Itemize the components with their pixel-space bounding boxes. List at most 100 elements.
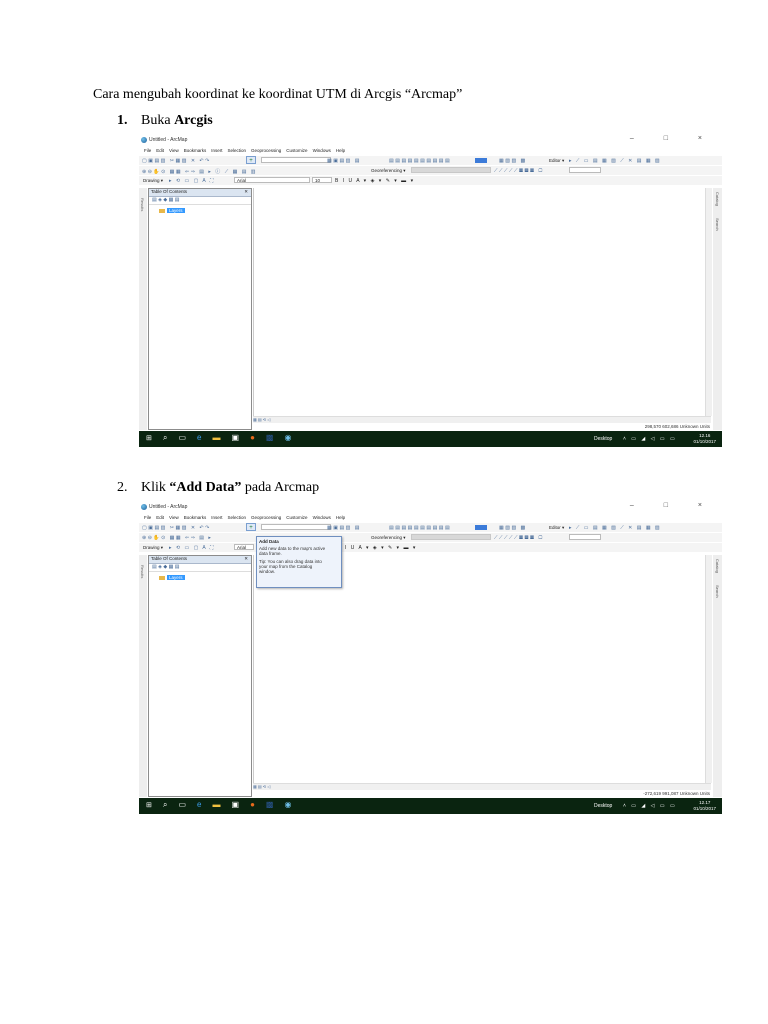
georef-layer-field[interactable] [411, 167, 491, 173]
toolbar-icons-c[interactable]: ▤▤▤▤▤▤▤▤▤▤ [389, 158, 451, 164]
georef-layer-field[interactable] [411, 534, 491, 540]
toolbar-icons-b[interactable]: ▦▣▤▥ ▤ [327, 525, 361, 531]
task-view-icon[interactable]: ▭ [178, 433, 197, 442]
menu-windows[interactable]: Windows [313, 515, 331, 520]
menu-selection[interactable]: Selection [228, 515, 247, 520]
toc-tool-icons[interactable]: ▤ ◈ ◆ ▦ ▤ [149, 564, 251, 572]
file-explorer-icon[interactable]: ▬ [213, 433, 232, 442]
toolbar-icons-d[interactable]: ▦▧▨ ▩ [499, 525, 527, 531]
desktop-label[interactable]: Desktop [594, 436, 612, 442]
editor-tool-icons[interactable]: ▸ ⟋ ▭ ▤ ▦ ▧ ⟋ ✕ ▤ ▦ ▧ [569, 158, 661, 164]
drawing-menu[interactable]: Drawing ▾ [143, 178, 163, 184]
window-controls[interactable]: – □ × [630, 502, 716, 509]
navigation-tool-icons[interactable]: ⊕⊖✋⊙ ▦▦ ⇐⇒ ▤ ▸ ⓘ ⟋ ▦ ▤ ▥ [142, 168, 257, 175]
color-swatch[interactable] [475, 525, 487, 530]
word-icon[interactable]: ▩ [266, 800, 285, 809]
map-view[interactable] [253, 555, 712, 783]
task-view-icon[interactable]: ▭ [178, 800, 197, 809]
menu-customize[interactable]: Customize [286, 515, 307, 520]
map-view[interactable] [253, 188, 712, 416]
vertical-scrollbar[interactable] [705, 188, 712, 416]
georeferencing-menu[interactable]: Georeferencing ▾ [371, 535, 406, 541]
georeferencing-menu[interactable]: Georeferencing ▾ [371, 168, 406, 174]
georef-tool-icons[interactable]: ⟋⟋⟋⟋⟋▦▦▦ ▢ [494, 168, 544, 174]
editor-menu[interactable]: Editor ▾ [549, 525, 564, 531]
vertical-scrollbar[interactable] [705, 555, 712, 783]
file-explorer-icon[interactable]: ▬ [213, 800, 232, 809]
windows-start-icon[interactable]: ⊞ [146, 435, 153, 442]
search-tab[interactable]: Search [715, 585, 720, 598]
search-icon[interactable]: ⌕ [163, 433, 178, 443]
menu-insert[interactable]: Insert [211, 515, 222, 520]
store-icon[interactable]: ▣ [232, 433, 251, 442]
standard-tool-icons[interactable]: ▢▣▤▥ ✂▦▧ ✕ ↶↷ [142, 525, 211, 531]
horizontal-scrollbar[interactable]: ▦ ▤ ⟲ ◁ [253, 416, 711, 423]
menu-edit[interactable]: Edit [156, 148, 164, 153]
layers-item[interactable]: Layers [159, 208, 185, 213]
toolbar-icons-b[interactable]: ▦▣▤▥ ▤ [327, 158, 361, 164]
toolbar-icons-c[interactable]: ▤▤▤▤▤▤▤▤▤▤ [389, 525, 451, 531]
close-icon[interactable]: ✕ [244, 189, 248, 195]
scale-field[interactable] [261, 524, 331, 530]
firefox-icon[interactable]: ● [250, 800, 266, 809]
toc-tool-icons[interactable]: ▤ ◈ ◆ ▦ ▤ [149, 197, 251, 205]
search-tab[interactable]: Search [715, 218, 720, 231]
edge-icon[interactable]: e [197, 800, 212, 809]
window-controls[interactable]: – □ × [630, 135, 716, 142]
results-strip[interactable]: Results [139, 188, 147, 430]
arcmap-taskbar-icon[interactable]: ◉ [284, 433, 302, 442]
menu-windows[interactable]: Windows [313, 148, 331, 153]
menu-view[interactable]: View [169, 148, 179, 153]
word-icon[interactable]: ▩ [266, 433, 285, 442]
menu-bookmarks[interactable]: Bookmarks [184, 148, 207, 153]
text-style-icons[interactable]: B I U A ▾ ◈ ▾ ✎ ▾ ▬ ▾ [335, 178, 415, 184]
font-name-field[interactable]: Arial [234, 544, 254, 550]
navigation-tool-icons[interactable]: ⊕⊖✋⊙ ▦▦ ⇐⇒ ▤ ▸ [142, 535, 212, 541]
color-swatch[interactable] [475, 158, 487, 163]
font-name-field[interactable]: Arial [234, 177, 310, 183]
menu-geoprocessing[interactable]: Geoprocessing [251, 515, 281, 520]
menu-view[interactable]: View [169, 515, 179, 520]
menu-edit[interactable]: Edit [156, 515, 164, 520]
windows-start-icon[interactable]: ⊞ [146, 802, 153, 809]
system-tray-icons[interactable]: ˄ ▭ ◢ ◁ ▭ ▭ [623, 803, 677, 809]
standard-tool-icons[interactable]: ▢▣▤▥ ✂▦▧ ✕ ↶↷ [142, 158, 211, 164]
drawing-menu[interactable]: Drawing ▾ [143, 545, 163, 551]
toolbar-icons-d[interactable]: ▦▧▨ ▩ [499, 158, 527, 164]
edge-icon[interactable]: e [197, 433, 212, 442]
system-tray-icons[interactable]: ˄ ▭ ◢ ◁ ▭ ▭ [623, 436, 677, 442]
store-icon[interactable]: ▣ [232, 800, 251, 809]
close-icon[interactable]: ✕ [244, 556, 248, 562]
text-style-icons[interactable]: I U A ▾ ◈ ▾ ✎ ▾ ▬ ▾ [345, 545, 417, 551]
menu-bookmarks[interactable]: Bookmarks [184, 515, 207, 520]
menu-customize[interactable]: Customize [286, 148, 307, 153]
results-strip[interactable]: Results [139, 555, 147, 797]
catalog-tab[interactable]: Catalog [715, 559, 720, 573]
desktop-label[interactable]: Desktop [594, 803, 612, 809]
menu-help[interactable]: Help [336, 515, 345, 520]
firefox-icon[interactable]: ● [250, 433, 266, 442]
add-data-icon[interactable]: + [246, 156, 256, 164]
menu-selection[interactable]: Selection [228, 148, 247, 153]
add-data-icon[interactable]: + [246, 523, 256, 531]
menu-file[interactable]: File [144, 515, 151, 520]
georef-value-field[interactable] [569, 167, 601, 173]
scale-field[interactable] [261, 157, 331, 163]
arcmap-taskbar-icon[interactable]: ◉ [284, 800, 302, 809]
clock[interactable]: 12.16 01/10/2017 [693, 433, 716, 445]
font-size-field[interactable]: 10 [312, 177, 332, 183]
search-icon[interactable]: ⌕ [163, 800, 178, 810]
editor-menu[interactable]: Editor ▾ [549, 158, 564, 164]
draw-tool-icons[interactable]: ▸ ⟲ ▭ ▢ A ⛶ [169, 545, 215, 551]
catalog-tab[interactable]: Catalog [715, 192, 720, 206]
layers-item[interactable]: Layers [159, 575, 185, 580]
editor-tool-icons[interactable]: ▸ ⟋ ▭ ▤ ▦ ▧ ⟋ ✕ ▤ ▦ ▧ [569, 525, 661, 531]
menu-geoprocessing[interactable]: Geoprocessing [251, 148, 281, 153]
menu-insert[interactable]: Insert [211, 148, 222, 153]
menu-help[interactable]: Help [336, 148, 345, 153]
menu-file[interactable]: File [144, 148, 151, 153]
georef-value-field[interactable] [569, 534, 601, 540]
draw-tool-icons[interactable]: ▸ ⟲ ▭ ▢ A ⛶ [169, 178, 215, 184]
clock[interactable]: 12.17 01/10/2017 [693, 800, 716, 812]
georef-tool-icons[interactable]: ⟋⟋⟋⟋⟋▦▦▦ ▢ [494, 535, 544, 541]
